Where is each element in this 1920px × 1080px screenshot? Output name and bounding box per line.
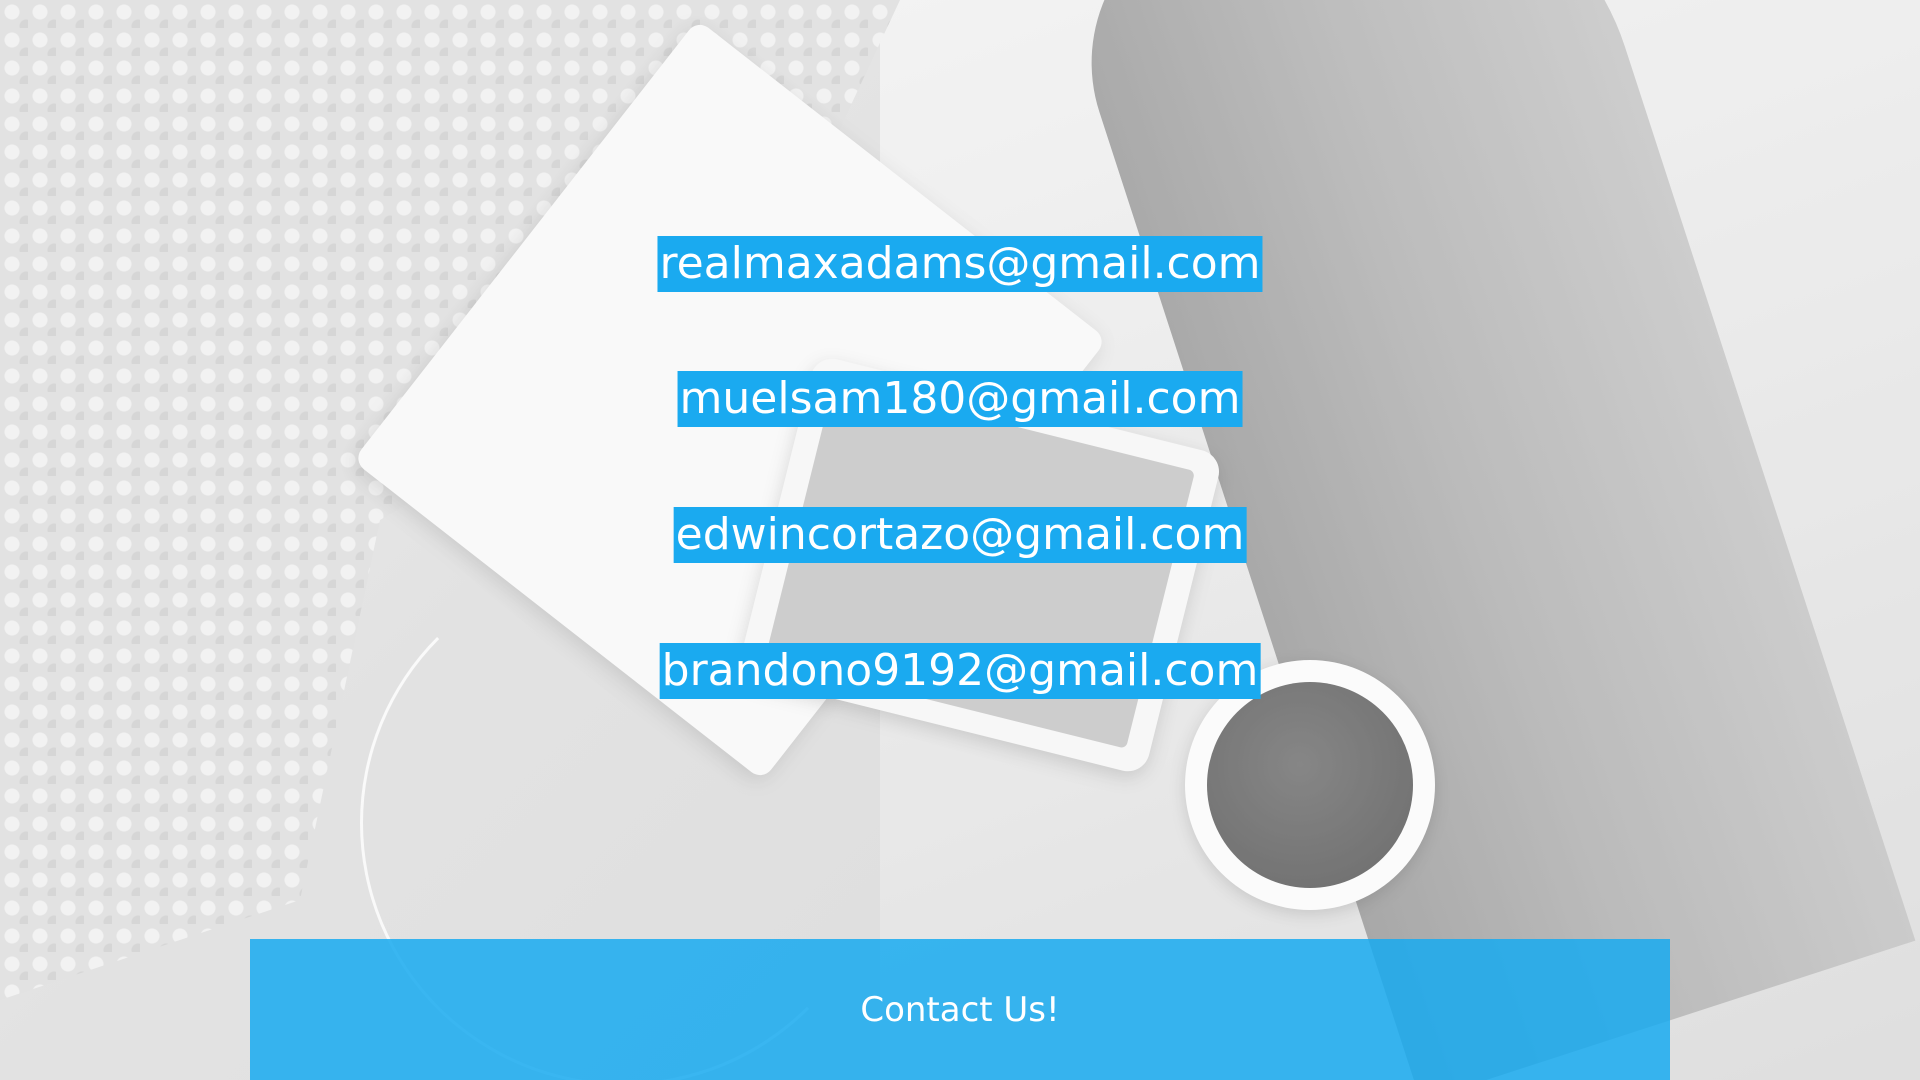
email-link-1[interactable]: realmaxadams@gmail.com bbox=[657, 236, 1263, 292]
email-link-4[interactable]: brandono9192@gmail.com bbox=[659, 643, 1261, 699]
email-list: realmaxadams@gmail.com muelsam180@gmail.… bbox=[0, 0, 1920, 1080]
contact-us-button[interactable]: Contact Us! bbox=[250, 939, 1670, 1080]
email-link-3[interactable]: edwincortazo@gmail.com bbox=[673, 507, 1247, 563]
email-link-2[interactable]: muelsam180@gmail.com bbox=[677, 371, 1243, 427]
